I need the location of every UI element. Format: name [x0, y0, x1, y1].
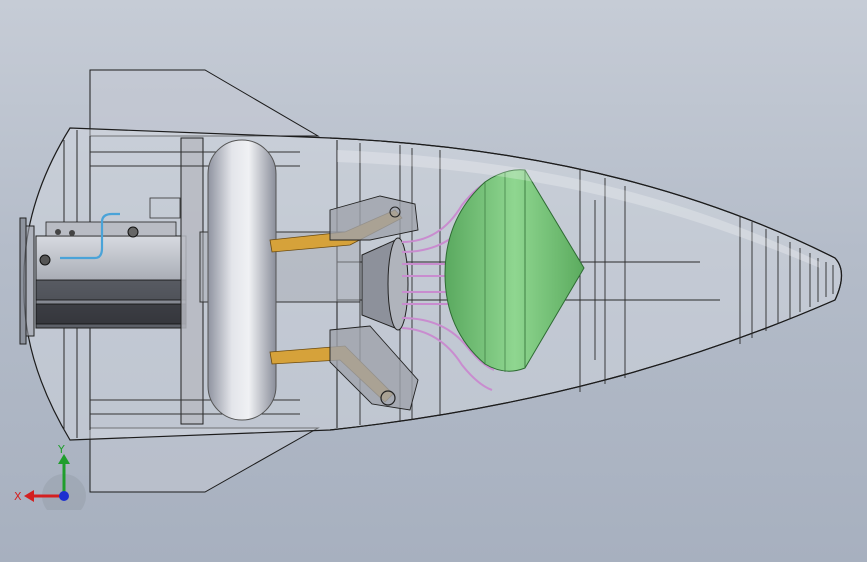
rear-rings — [19, 217, 35, 345]
torus-tank — [207, 139, 277, 421]
bell-housing — [361, 237, 409, 331]
coordinate-triad: Y X — [14, 443, 86, 510]
y-axis-label: Y — [57, 443, 65, 456]
engine-assembly-model[interactable] — [0, 0, 867, 562]
x-axis-head — [24, 490, 34, 502]
cad-viewport[interactable]: Y X — [0, 0, 867, 562]
z-axis-dot — [59, 491, 69, 501]
x-axis-label: X — [14, 490, 22, 503]
